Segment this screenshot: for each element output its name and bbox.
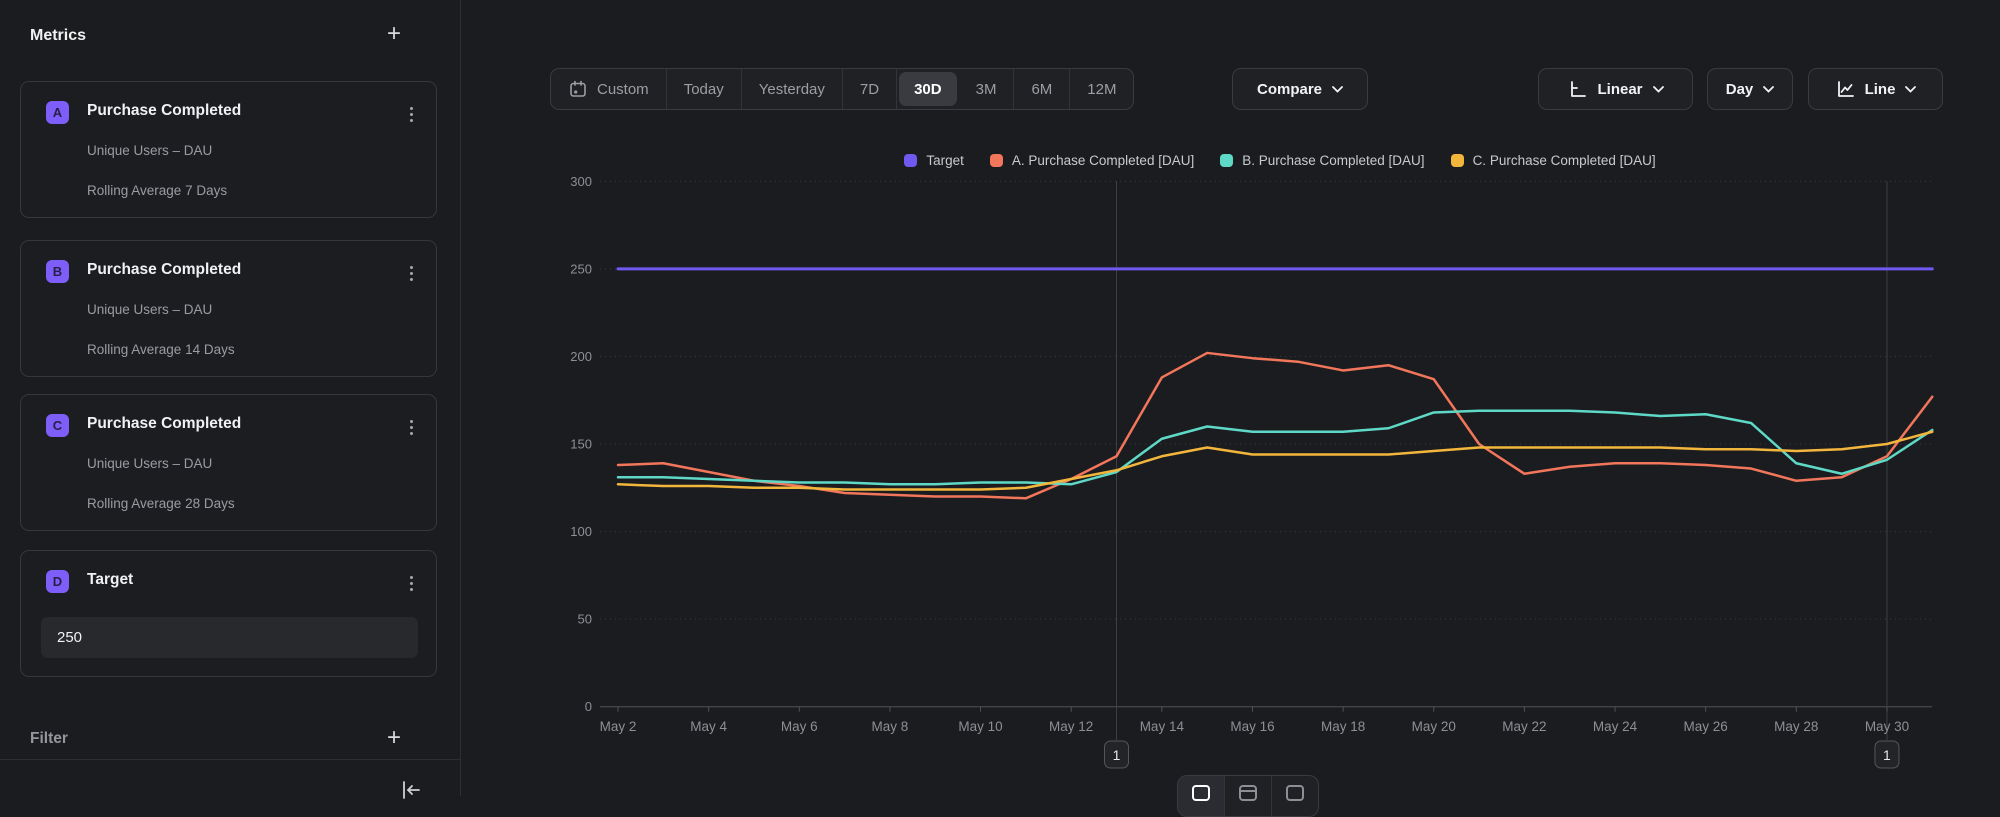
y-axis-label: 0 (585, 699, 592, 714)
x-axis-label: May 30 (1865, 719, 1909, 734)
sidebar-divider (460, 0, 461, 796)
x-axis-label: May 26 (1684, 719, 1728, 734)
scale-label: Linear (1597, 81, 1642, 98)
chevron-down-icon (1905, 86, 1916, 93)
range-option-yesterday[interactable]: Yesterday (742, 69, 843, 109)
y-axis-label: 100 (570, 524, 592, 539)
kebab-menu-icon[interactable] (401, 102, 421, 126)
x-axis-label: May 18 (1321, 719, 1365, 734)
chevron-down-icon (1653, 86, 1664, 93)
x-axis-label: May 2 (600, 719, 637, 734)
x-axis-label: May 22 (1502, 719, 1546, 734)
kebab-menu-icon[interactable] (401, 261, 421, 285)
x-axis-label: May 8 (872, 719, 909, 734)
kebab-menu-icon[interactable] (401, 415, 421, 439)
collapse-sidebar-icon[interactable] (399, 778, 423, 802)
y-axis-label: 150 (570, 437, 592, 452)
metrics-header: Metrics (30, 22, 430, 50)
view-option-chart[interactable] (1178, 776, 1225, 816)
annotation-badge-label: 1 (1113, 747, 1121, 763)
view-option-table[interactable] (1272, 776, 1318, 816)
line-chart-icon (1835, 79, 1855, 99)
metric-card-a[interactable]: A Purchase Completed Unique Users – DAU … (20, 81, 437, 218)
compare-button[interactable]: Compare (1232, 68, 1368, 110)
calendar-icon (568, 79, 588, 99)
range-option-label: 3M (976, 81, 997, 98)
range-option-3m[interactable]: 3M (959, 69, 1015, 109)
annotation-badge-label: 1 (1883, 747, 1891, 763)
metric-title: Purchase Completed (87, 415, 241, 433)
view-option-chart-and-table[interactable] (1225, 776, 1272, 816)
range-option-label: 30D (914, 81, 942, 98)
range-option-label: Custom (597, 81, 649, 98)
range-option-12m[interactable]: 12M (1070, 69, 1133, 109)
range-option-today[interactable]: Today (667, 69, 742, 109)
add-metric-button[interactable]: + (382, 23, 406, 47)
metric-badge-c: C (46, 414, 69, 437)
metric-transform: Rolling Average 14 Days (87, 342, 235, 357)
range-option-label: Today (684, 81, 724, 98)
chart-view-toggle (1177, 775, 1319, 817)
range-option-label: 12M (1087, 81, 1116, 98)
y-axis-label: 250 (570, 261, 592, 276)
x-axis-label: May 14 (1140, 719, 1185, 734)
chevron-down-icon (1763, 86, 1774, 93)
range-option-label: 7D (860, 81, 879, 98)
metric-card-d-target[interactable]: D Target 250 (20, 550, 437, 677)
sidebar-footer-divider (0, 759, 460, 760)
x-axis-label: May 20 (1412, 719, 1456, 734)
x-axis-label: May 24 (1593, 719, 1638, 734)
metric-measure: Unique Users – DAU (87, 143, 212, 158)
x-axis-label: May 12 (1049, 719, 1093, 734)
x-axis-label: May 28 (1774, 719, 1818, 734)
x-axis-label: May 4 (690, 719, 727, 734)
series-line-b-purchase-completed-dau-[interactable] (618, 411, 1932, 485)
y-axis-label: 300 (570, 174, 592, 189)
compare-label: Compare (1257, 81, 1322, 98)
chart-type-label: Line (1865, 81, 1896, 98)
metrics-sidebar: Metrics + A Purchase Completed Unique Us… (0, 0, 460, 796)
metric-transform: Rolling Average 28 Days (87, 496, 235, 511)
metric-title: Purchase Completed (87, 261, 241, 279)
metric-title: Target (87, 571, 133, 589)
metric-card-c[interactable]: C Purchase Completed Unique Users – DAU … (20, 394, 437, 531)
add-filter-button[interactable]: + (382, 727, 406, 751)
metric-transform: Rolling Average 7 Days (87, 183, 227, 198)
x-axis-label: May 6 (781, 719, 818, 734)
chevron-down-icon (1332, 86, 1343, 93)
interval-selector-button[interactable]: Day (1707, 68, 1793, 110)
range-option-custom[interactable]: Custom (551, 69, 667, 109)
date-range-segmented-control: Custom Today Yesterday 7D 30D 3M 6M 12M (550, 68, 1134, 110)
range-option-30d-selected[interactable]: 30D (899, 72, 957, 106)
metric-measure: Unique Users – DAU (87, 456, 212, 471)
range-option-7d[interactable]: 7D (843, 69, 897, 109)
metric-badge-d: D (46, 570, 69, 593)
y-axis-label: 50 (578, 612, 592, 627)
line-chart[interactable]: 0 50 100 150 200 250 300 May 2 May 4 May 6 May 8 Ma… (560, 130, 2000, 796)
metric-badge-a: A (46, 101, 69, 124)
range-option-6m[interactable]: 6M (1014, 69, 1070, 109)
kebab-menu-icon[interactable] (401, 571, 421, 595)
interval-label: Day (1726, 81, 1754, 98)
target-value-input[interactable]: 250 (41, 617, 418, 658)
filter-section: Filter + (0, 726, 460, 752)
scale-selector-button[interactable]: Linear (1538, 68, 1693, 110)
metric-title: Purchase Completed (87, 102, 241, 120)
filter-title: Filter (30, 726, 68, 752)
range-option-label: Yesterday (759, 81, 825, 98)
x-axis-label: May 16 (1230, 719, 1274, 734)
metric-card-b[interactable]: B Purchase Completed Unique Users – DAU … (20, 240, 437, 377)
series-line-c-purchase-completed-dau-[interactable] (618, 432, 1932, 490)
metric-badge-b: B (46, 260, 69, 283)
series-line-a-purchase-completed-dau-[interactable] (618, 353, 1932, 498)
metric-measure: Unique Users – DAU (87, 302, 212, 317)
axis-scale-icon (1567, 79, 1587, 99)
metrics-title: Metrics (30, 27, 86, 44)
chart-type-selector-button[interactable]: Line (1808, 68, 1943, 110)
y-axis-label: 200 (570, 349, 592, 364)
range-option-label: 6M (1031, 81, 1052, 98)
x-axis-label: May 10 (958, 719, 1002, 734)
